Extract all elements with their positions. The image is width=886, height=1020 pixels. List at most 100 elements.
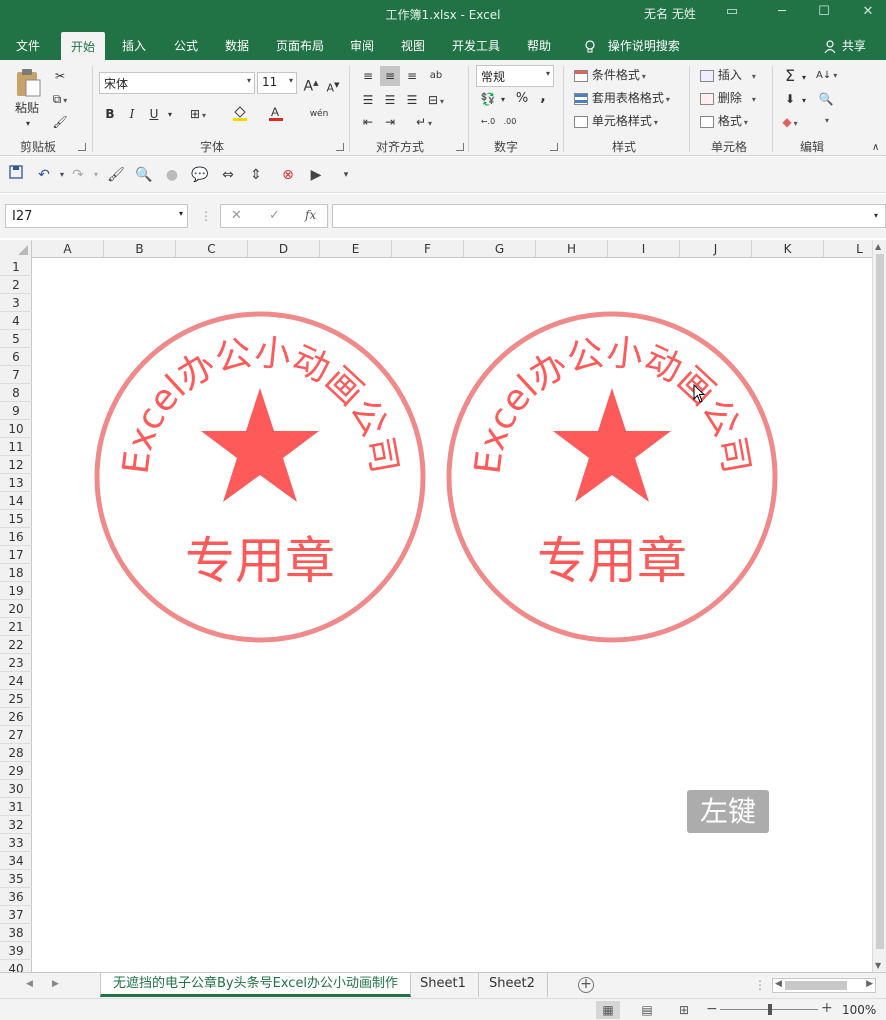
align-right-icon[interactable]: ☰ <box>402 90 422 110</box>
autosum-icon[interactable]: Σ <box>780 66 800 86</box>
column-header[interactable]: K <box>752 240 824 258</box>
row-header[interactable]: 2 <box>0 276 32 294</box>
font-color-icon[interactable]: A <box>266 104 286 124</box>
scroll-up-icon[interactable]: ▲ <box>875 242 881 251</box>
select-all-button[interactable] <box>0 240 32 258</box>
cancel-icon[interactable]: ✕ <box>231 208 242 223</box>
row-header[interactable]: 6 <box>0 348 32 366</box>
page-break-view-icon[interactable]: ⊞ <box>672 1001 696 1019</box>
row-header[interactable]: 23 <box>0 654 32 672</box>
collapse-ribbon-icon[interactable]: ∧ <box>872 140 879 156</box>
paste-dropdown-icon[interactable]: ▾ <box>26 116 30 132</box>
scroll-down-icon[interactable]: ▼ <box>875 961 881 970</box>
row-header[interactable]: 29 <box>0 762 32 780</box>
row-header[interactable]: 21 <box>0 618 32 636</box>
zoom-slider-handle[interactable] <box>768 1004 772 1015</box>
align-left-icon[interactable]: ☰ <box>358 90 378 110</box>
grow-font-button[interactable]: A▲ <box>301 73 321 95</box>
scroll-left-icon[interactable]: ◀ <box>775 979 782 989</box>
row-header[interactable]: 12 <box>0 456 32 474</box>
share-button[interactable]: 共享 <box>824 37 866 54</box>
increase-indent-icon[interactable]: ⇥ <box>380 112 400 132</box>
row-header[interactable]: 30 <box>0 780 32 798</box>
tab-formulas[interactable]: 公式 <box>174 37 198 54</box>
tab-page-layout[interactable]: 页面布局 <box>276 37 324 54</box>
wrap-text-icon[interactable]: ↵ ▾ <box>414 112 434 132</box>
distribute-icon[interactable]: ⇕ <box>246 165 266 185</box>
tab-insert[interactable]: 插入 <box>122 37 146 54</box>
row-header[interactable]: 8 <box>0 384 32 402</box>
row-header[interactable]: 27 <box>0 726 32 744</box>
row-header[interactable]: 5 <box>0 330 32 348</box>
font-size-select[interactable]: 11 ▾ <box>257 72 297 94</box>
show-comments-icon[interactable]: ▶ <box>306 165 326 185</box>
seal-left[interactable]: Excel办公小动画公司 专用章 <box>93 310 427 644</box>
redo-icon[interactable]: ↷ <box>68 165 88 185</box>
expand-formula-bar-icon[interactable]: ▾ <box>874 208 878 224</box>
column-header[interactable]: L <box>824 240 872 258</box>
horizontal-scroll-thumb[interactable] <box>785 981 847 990</box>
row-header[interactable]: 7 <box>0 366 32 384</box>
clipboard-launcher-icon[interactable] <box>78 143 86 151</box>
format-cells-button[interactable]: 格式 ▾ <box>700 113 748 131</box>
tab-data[interactable]: 数据 <box>225 37 249 54</box>
phonetic-guide-button[interactable]: wén <box>309 104 329 124</box>
record-icon[interactable]: ● <box>162 165 182 185</box>
row-header[interactable]: 20 <box>0 600 32 618</box>
ribbon-display-icon[interactable]: ▭ <box>722 4 742 22</box>
format-painter-icon[interactable]: 🖌 <box>50 112 70 132</box>
row-header[interactable]: 9 <box>0 402 32 420</box>
save-icon[interactable] <box>6 165 26 185</box>
delete-comment-icon[interactable]: ⊗ <box>278 165 298 185</box>
new-sheet-button[interactable]: + <box>578 977 594 993</box>
percent-button[interactable]: % <box>512 89 532 109</box>
row-header[interactable]: 28 <box>0 744 32 762</box>
column-header[interactable]: E <box>320 240 392 258</box>
accounting-format-icon[interactable]: 💱 <box>478 89 498 109</box>
row-header[interactable]: 38 <box>0 924 32 942</box>
row-header[interactable]: 19 <box>0 582 32 600</box>
column-header[interactable]: A <box>32 240 104 258</box>
undo-icon[interactable]: ↶ <box>34 165 54 185</box>
row-header[interactable]: 3 <box>0 294 32 312</box>
underline-button[interactable]: U <box>144 104 164 124</box>
row-header[interactable]: 16 <box>0 528 32 546</box>
scroll-right-icon[interactable]: ▶ <box>866 979 873 989</box>
align-middle-icon[interactable]: ≡ <box>380 66 400 86</box>
insert-function-button[interactable]: fx <box>305 208 316 222</box>
column-header[interactable]: C <box>176 240 248 258</box>
column-header[interactable]: G <box>464 240 536 258</box>
paste-label[interactable]: 粘贴 <box>15 100 39 116</box>
sheet-tab-sheet2[interactable]: Sheet2 <box>477 973 548 997</box>
copy-icon[interactable]: ⧉ ▾ <box>50 89 70 109</box>
row-header[interactable]: 36 <box>0 888 32 906</box>
zoom-level[interactable]: 100% <box>842 1003 876 1017</box>
zoom-out-icon[interactable]: − <box>706 1001 718 1017</box>
format-as-table-button[interactable]: 套用表格格式 ▾ <box>574 90 670 108</box>
row-header[interactable]: 25 <box>0 690 32 708</box>
shrink-font-button[interactable]: A▼ <box>323 75 343 95</box>
italic-button[interactable]: I <box>122 104 142 124</box>
close-icon[interactable]: ✕ <box>858 4 878 22</box>
accounting-dropdown-icon[interactable]: ▾ <box>501 92 505 108</box>
bold-button[interactable]: B <box>100 104 120 124</box>
underline-dropdown-icon[interactable]: ▾ <box>168 107 172 123</box>
column-header[interactable]: F <box>392 240 464 258</box>
row-header[interactable]: 37 <box>0 906 32 924</box>
cell-styles-button[interactable]: 单元格样式 ▾ <box>574 113 658 131</box>
increase-decimal-icon[interactable]: ←.0 <box>478 112 498 132</box>
align-objects-icon[interactable]: ⇔ <box>218 165 238 185</box>
border-icon[interactable]: ⊞ ▾ <box>188 104 208 124</box>
comma-button[interactable]: , <box>533 87 553 107</box>
name-box[interactable]: I27 ▾ <box>5 204 188 228</box>
insert-cells-button[interactable]: 插入 ▾ <box>700 67 756 85</box>
row-header[interactable]: 40 <box>0 960 32 972</box>
seal-right[interactable]: Excel办公小动画公司 专用章 <box>445 310 779 644</box>
row-header[interactable]: 10 <box>0 420 32 438</box>
tab-home[interactable]: 开始 <box>61 32 106 60</box>
row-header[interactable]: 15 <box>0 510 32 528</box>
row-header[interactable]: 35 <box>0 870 32 888</box>
row-header[interactable]: 1 <box>0 258 32 276</box>
column-header[interactable]: D <box>248 240 320 258</box>
column-header[interactable]: H <box>536 240 608 258</box>
